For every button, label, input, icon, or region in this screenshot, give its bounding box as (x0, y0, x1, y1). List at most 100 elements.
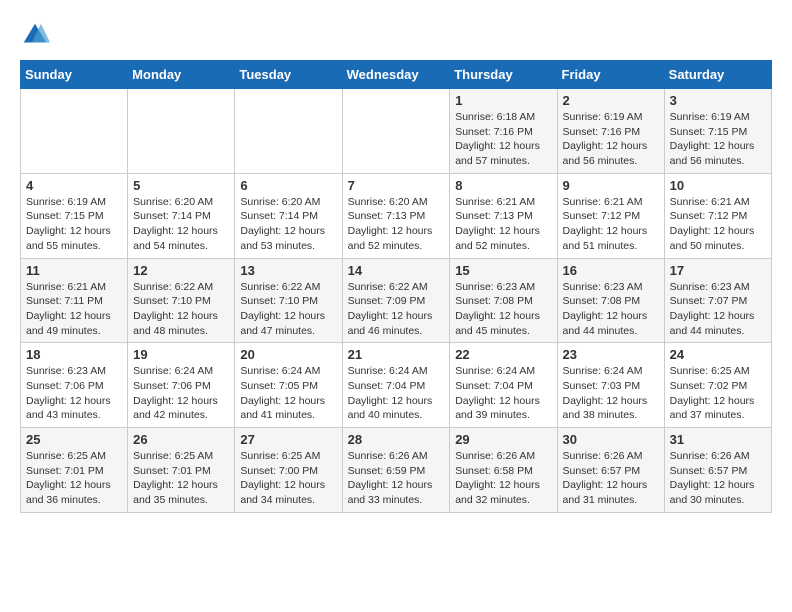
day-number: 7 (348, 178, 445, 193)
day-info: Sunrise: 6:21 AM Sunset: 7:11 PM Dayligh… (26, 280, 122, 339)
day-number: 4 (26, 178, 122, 193)
day-cell: 6 Sunrise: 6:20 AM Sunset: 7:14 PM Daylig… (235, 173, 342, 258)
day-info: Sunrise: 6:23 AM Sunset: 7:07 PM Dayligh… (670, 280, 766, 339)
week-row-5: 25 Sunrise: 6:25 AM Sunset: 7:01 PM Dayli… (21, 428, 772, 513)
day-number: 30 (563, 432, 659, 447)
day-cell: 21 Sunrise: 6:24 AM Sunset: 7:04 PM Dayli… (342, 343, 450, 428)
day-number: 28 (348, 432, 445, 447)
day-info: Sunrise: 6:26 AM Sunset: 6:57 PM Dayligh… (670, 449, 766, 508)
day-number: 10 (670, 178, 766, 193)
day-number: 24 (670, 347, 766, 362)
day-number: 12 (133, 263, 229, 278)
day-cell (342, 89, 450, 174)
day-cell: 13 Sunrise: 6:22 AM Sunset: 7:10 PM Dayli… (235, 258, 342, 343)
day-info: Sunrise: 6:25 AM Sunset: 7:00 PM Dayligh… (240, 449, 336, 508)
day-number: 16 (563, 263, 659, 278)
day-cell: 1Sunrise: 6:18 AM Sunset: 7:16 PM Daylig… (450, 89, 557, 174)
day-number: 14 (348, 263, 445, 278)
day-number: 23 (563, 347, 659, 362)
day-info: Sunrise: 6:22 AM Sunset: 7:10 PM Dayligh… (240, 280, 336, 339)
day-cell: 4 Sunrise: 6:19 AM Sunset: 7:15 PM Daylig… (21, 173, 128, 258)
day-info: Sunrise: 6:19 AM Sunset: 7:15 PM Dayligh… (26, 195, 122, 254)
week-row-2: 4 Sunrise: 6:19 AM Sunset: 7:15 PM Daylig… (21, 173, 772, 258)
day-cell: 3 Sunrise: 6:19 AM Sunset: 7:15 PM Daylig… (664, 89, 771, 174)
day-cell: 30 Sunrise: 6:26 AM Sunset: 6:57 PM Dayli… (557, 428, 664, 513)
header-cell-monday: Monday (128, 61, 235, 89)
day-cell: 25 Sunrise: 6:25 AM Sunset: 7:01 PM Dayli… (21, 428, 128, 513)
day-info: Sunrise: 6:22 AM Sunset: 7:10 PM Dayligh… (133, 280, 229, 339)
day-number: 19 (133, 347, 229, 362)
day-info: Sunrise: 6:20 AM Sunset: 7:14 PM Dayligh… (133, 195, 229, 254)
day-cell (235, 89, 342, 174)
day-info: Sunrise: 6:25 AM Sunset: 7:01 PM Dayligh… (133, 449, 229, 508)
day-info: Sunrise: 6:24 AM Sunset: 7:03 PM Dayligh… (563, 364, 659, 423)
day-number: 6 (240, 178, 336, 193)
day-cell: 23 Sunrise: 6:24 AM Sunset: 7:03 PM Dayli… (557, 343, 664, 428)
day-cell: 26 Sunrise: 6:25 AM Sunset: 7:01 PM Dayli… (128, 428, 235, 513)
day-number: 2 (563, 93, 659, 108)
day-number: 5 (133, 178, 229, 193)
day-number: 9 (563, 178, 659, 193)
day-cell: 2 Sunrise: 6:19 AM Sunset: 7:16 PM Daylig… (557, 89, 664, 174)
day-cell: 24 Sunrise: 6:25 AM Sunset: 7:02 PM Dayli… (664, 343, 771, 428)
day-number: 22 (455, 347, 551, 362)
day-cell: 22Sunrise: 6:24 AM Sunset: 7:04 PM Dayli… (450, 343, 557, 428)
day-number: 27 (240, 432, 336, 447)
day-number: 26 (133, 432, 229, 447)
day-number: 15 (455, 263, 551, 278)
day-cell: 17 Sunrise: 6:23 AM Sunset: 7:07 PM Dayli… (664, 258, 771, 343)
week-row-1: 1Sunrise: 6:18 AM Sunset: 7:16 PM Daylig… (21, 89, 772, 174)
day-cell: 18Sunrise: 6:23 AM Sunset: 7:06 PM Dayli… (21, 343, 128, 428)
header-row: SundayMondayTuesdayWednesdayThursdayFrid… (21, 61, 772, 89)
page-header (20, 20, 772, 50)
day-cell: 9 Sunrise: 6:21 AM Sunset: 7:12 PM Daylig… (557, 173, 664, 258)
day-info: Sunrise: 6:19 AM Sunset: 7:16 PM Dayligh… (563, 110, 659, 169)
header-cell-saturday: Saturday (664, 61, 771, 89)
day-cell: 10 Sunrise: 6:21 AM Sunset: 7:12 PM Dayli… (664, 173, 771, 258)
logo (20, 20, 52, 50)
day-cell (21, 89, 128, 174)
day-info: Sunrise: 6:23 AM Sunset: 7:08 PM Dayligh… (563, 280, 659, 339)
day-info: Sunrise: 6:25 AM Sunset: 7:01 PM Dayligh… (26, 449, 122, 508)
day-number: 13 (240, 263, 336, 278)
day-info: Sunrise: 6:26 AM Sunset: 6:57 PM Dayligh… (563, 449, 659, 508)
day-cell: 16 Sunrise: 6:23 AM Sunset: 7:08 PM Dayli… (557, 258, 664, 343)
day-cell: 20 Sunrise: 6:24 AM Sunset: 7:05 PM Dayli… (235, 343, 342, 428)
day-info: Sunrise: 6:21 AM Sunset: 7:12 PM Dayligh… (563, 195, 659, 254)
day-info: Sunrise: 6:24 AM Sunset: 7:05 PM Dayligh… (240, 364, 336, 423)
day-info: Sunrise: 6:19 AM Sunset: 7:15 PM Dayligh… (670, 110, 766, 169)
day-number: 25 (26, 432, 122, 447)
day-info: Sunrise: 6:21 AM Sunset: 7:12 PM Dayligh… (670, 195, 766, 254)
day-number: 17 (670, 263, 766, 278)
day-number: 18 (26, 347, 122, 362)
day-number: 11 (26, 263, 122, 278)
day-number: 29 (455, 432, 551, 447)
day-info: Sunrise: 6:22 AM Sunset: 7:09 PM Dayligh… (348, 280, 445, 339)
day-number: 21 (348, 347, 445, 362)
week-row-3: 11 Sunrise: 6:21 AM Sunset: 7:11 PM Dayli… (21, 258, 772, 343)
header-cell-thursday: Thursday (450, 61, 557, 89)
day-number: 1 (455, 93, 551, 108)
day-info: Sunrise: 6:23 AM Sunset: 7:08 PM Dayligh… (455, 280, 551, 339)
day-info: Sunrise: 6:24 AM Sunset: 7:04 PM Dayligh… (348, 364, 445, 423)
calendar-body: 1Sunrise: 6:18 AM Sunset: 7:16 PM Daylig… (21, 89, 772, 513)
day-info: Sunrise: 6:24 AM Sunset: 7:06 PM Dayligh… (133, 364, 229, 423)
day-cell: 7 Sunrise: 6:20 AM Sunset: 7:13 PM Daylig… (342, 173, 450, 258)
day-cell: 8Sunrise: 6:21 AM Sunset: 7:13 PM Daylig… (450, 173, 557, 258)
day-cell: 28 Sunrise: 6:26 AM Sunset: 6:59 PM Dayli… (342, 428, 450, 513)
day-info: Sunrise: 6:26 AM Sunset: 6:59 PM Dayligh… (348, 449, 445, 508)
day-cell: 27 Sunrise: 6:25 AM Sunset: 7:00 PM Dayli… (235, 428, 342, 513)
day-cell: 29 Sunrise: 6:26 AM Sunset: 6:58 PM Dayli… (450, 428, 557, 513)
day-number: 31 (670, 432, 766, 447)
day-info: Sunrise: 6:25 AM Sunset: 7:02 PM Dayligh… (670, 364, 766, 423)
day-number: 3 (670, 93, 766, 108)
day-cell: 11 Sunrise: 6:21 AM Sunset: 7:11 PM Dayli… (21, 258, 128, 343)
day-number: 20 (240, 347, 336, 362)
day-info: Sunrise: 6:20 AM Sunset: 7:14 PM Dayligh… (240, 195, 336, 254)
day-info: Sunrise: 6:26 AM Sunset: 6:58 PM Dayligh… (455, 449, 551, 508)
week-row-4: 18Sunrise: 6:23 AM Sunset: 7:06 PM Dayli… (21, 343, 772, 428)
day-cell: 15 Sunrise: 6:23 AM Sunset: 7:08 PM Dayli… (450, 258, 557, 343)
day-info: Sunrise: 6:21 AM Sunset: 7:13 PM Dayligh… (455, 195, 551, 254)
day-info: Sunrise: 6:20 AM Sunset: 7:13 PM Dayligh… (348, 195, 445, 254)
day-cell: 5 Sunrise: 6:20 AM Sunset: 7:14 PM Daylig… (128, 173, 235, 258)
